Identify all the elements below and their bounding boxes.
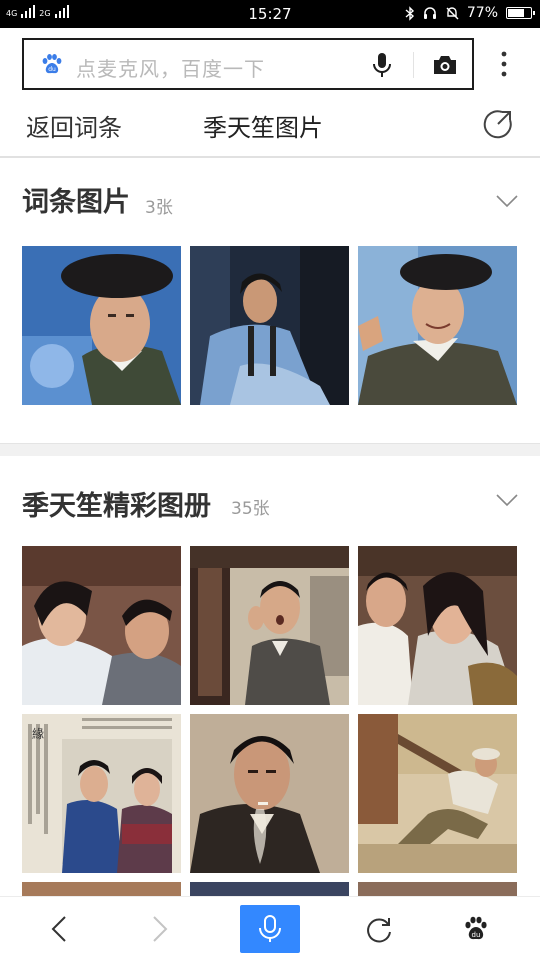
chevron-down-icon[interactable] [496, 493, 518, 507]
share-icon[interactable] [482, 108, 514, 140]
section-separator [0, 443, 540, 456]
alarm-off-icon [446, 7, 459, 20]
status-bar: 4G 2G 15:27 77% [0, 0, 540, 28]
battery-icon [506, 7, 535, 19]
page-title: 季天笙图片 [203, 114, 323, 142]
battery-fill [508, 9, 524, 17]
bottom-toolbar: du [0, 896, 540, 961]
camera-search-icon[interactable] [432, 54, 458, 76]
entry-image-1[interactable] [22, 246, 181, 405]
back-to-entry-link[interactable]: 返回词条 [26, 108, 122, 143]
section-title: 季天笙精彩图册 [22, 491, 211, 522]
section-title: 词条图片 [22, 187, 130, 218]
entry-image-2[interactable] [190, 246, 349, 405]
photo-couple-embrace [22, 546, 181, 705]
forward-icon[interactable] [145, 915, 173, 943]
photo-magazine-scan: 緣 [22, 714, 181, 873]
baidu-paw-icon: du [42, 54, 62, 74]
search-input[interactable]: 点麦克风，百度一下 [76, 53, 265, 82]
album-image-3[interactable] [358, 546, 517, 705]
svg-text:緣: 緣 [32, 727, 44, 741]
album-image-2[interactable] [190, 546, 349, 705]
photo-man-shocked-interior [190, 546, 349, 705]
section-count: 35张 [231, 499, 270, 519]
svg-text:du: du [472, 931, 481, 939]
photo-man-denim-seated [190, 246, 349, 405]
chevron-down-icon[interactable] [496, 194, 518, 208]
microphone-icon [259, 915, 281, 942]
photo-man-beret-close [22, 246, 181, 405]
album-image-5[interactable] [190, 714, 349, 873]
back-icon[interactable] [46, 915, 74, 943]
page-header: 返回词条 季天笙图片 [0, 96, 540, 156]
refresh-icon[interactable] [365, 915, 393, 943]
entry-image-3[interactable] [358, 246, 517, 405]
bluetooth-icon [405, 5, 414, 21]
status-icons: 77% [405, 5, 535, 21]
header-divider [0, 156, 540, 158]
album-image-6[interactable] [358, 714, 517, 873]
photo-couple-crying [358, 546, 517, 705]
search-box[interactable]: du 点麦克风，百度一下 [22, 38, 474, 90]
album-image-7[interactable] [22, 882, 181, 896]
section-count: 3张 [145, 198, 173, 218]
search-divider [413, 52, 414, 78]
baidu-paw-icon[interactable]: du [462, 915, 490, 943]
headphones-icon [423, 7, 436, 19]
album-image-8[interactable] [190, 882, 349, 896]
album-image-1[interactable] [22, 546, 181, 705]
more-menu-icon[interactable] [494, 50, 514, 78]
album-image-9[interactable] [358, 882, 517, 896]
voice-search-icon[interactable] [370, 52, 394, 78]
battery-percent: 77% [466, 5, 498, 21]
photo-man-beret-smiling [358, 246, 517, 405]
voice-input-button[interactable] [240, 905, 300, 953]
photo-man-falling-street [358, 714, 517, 873]
svg-text:du: du [48, 66, 56, 73]
photo-man-smoking [190, 714, 349, 873]
album-image-4[interactable]: 緣 [22, 714, 181, 873]
